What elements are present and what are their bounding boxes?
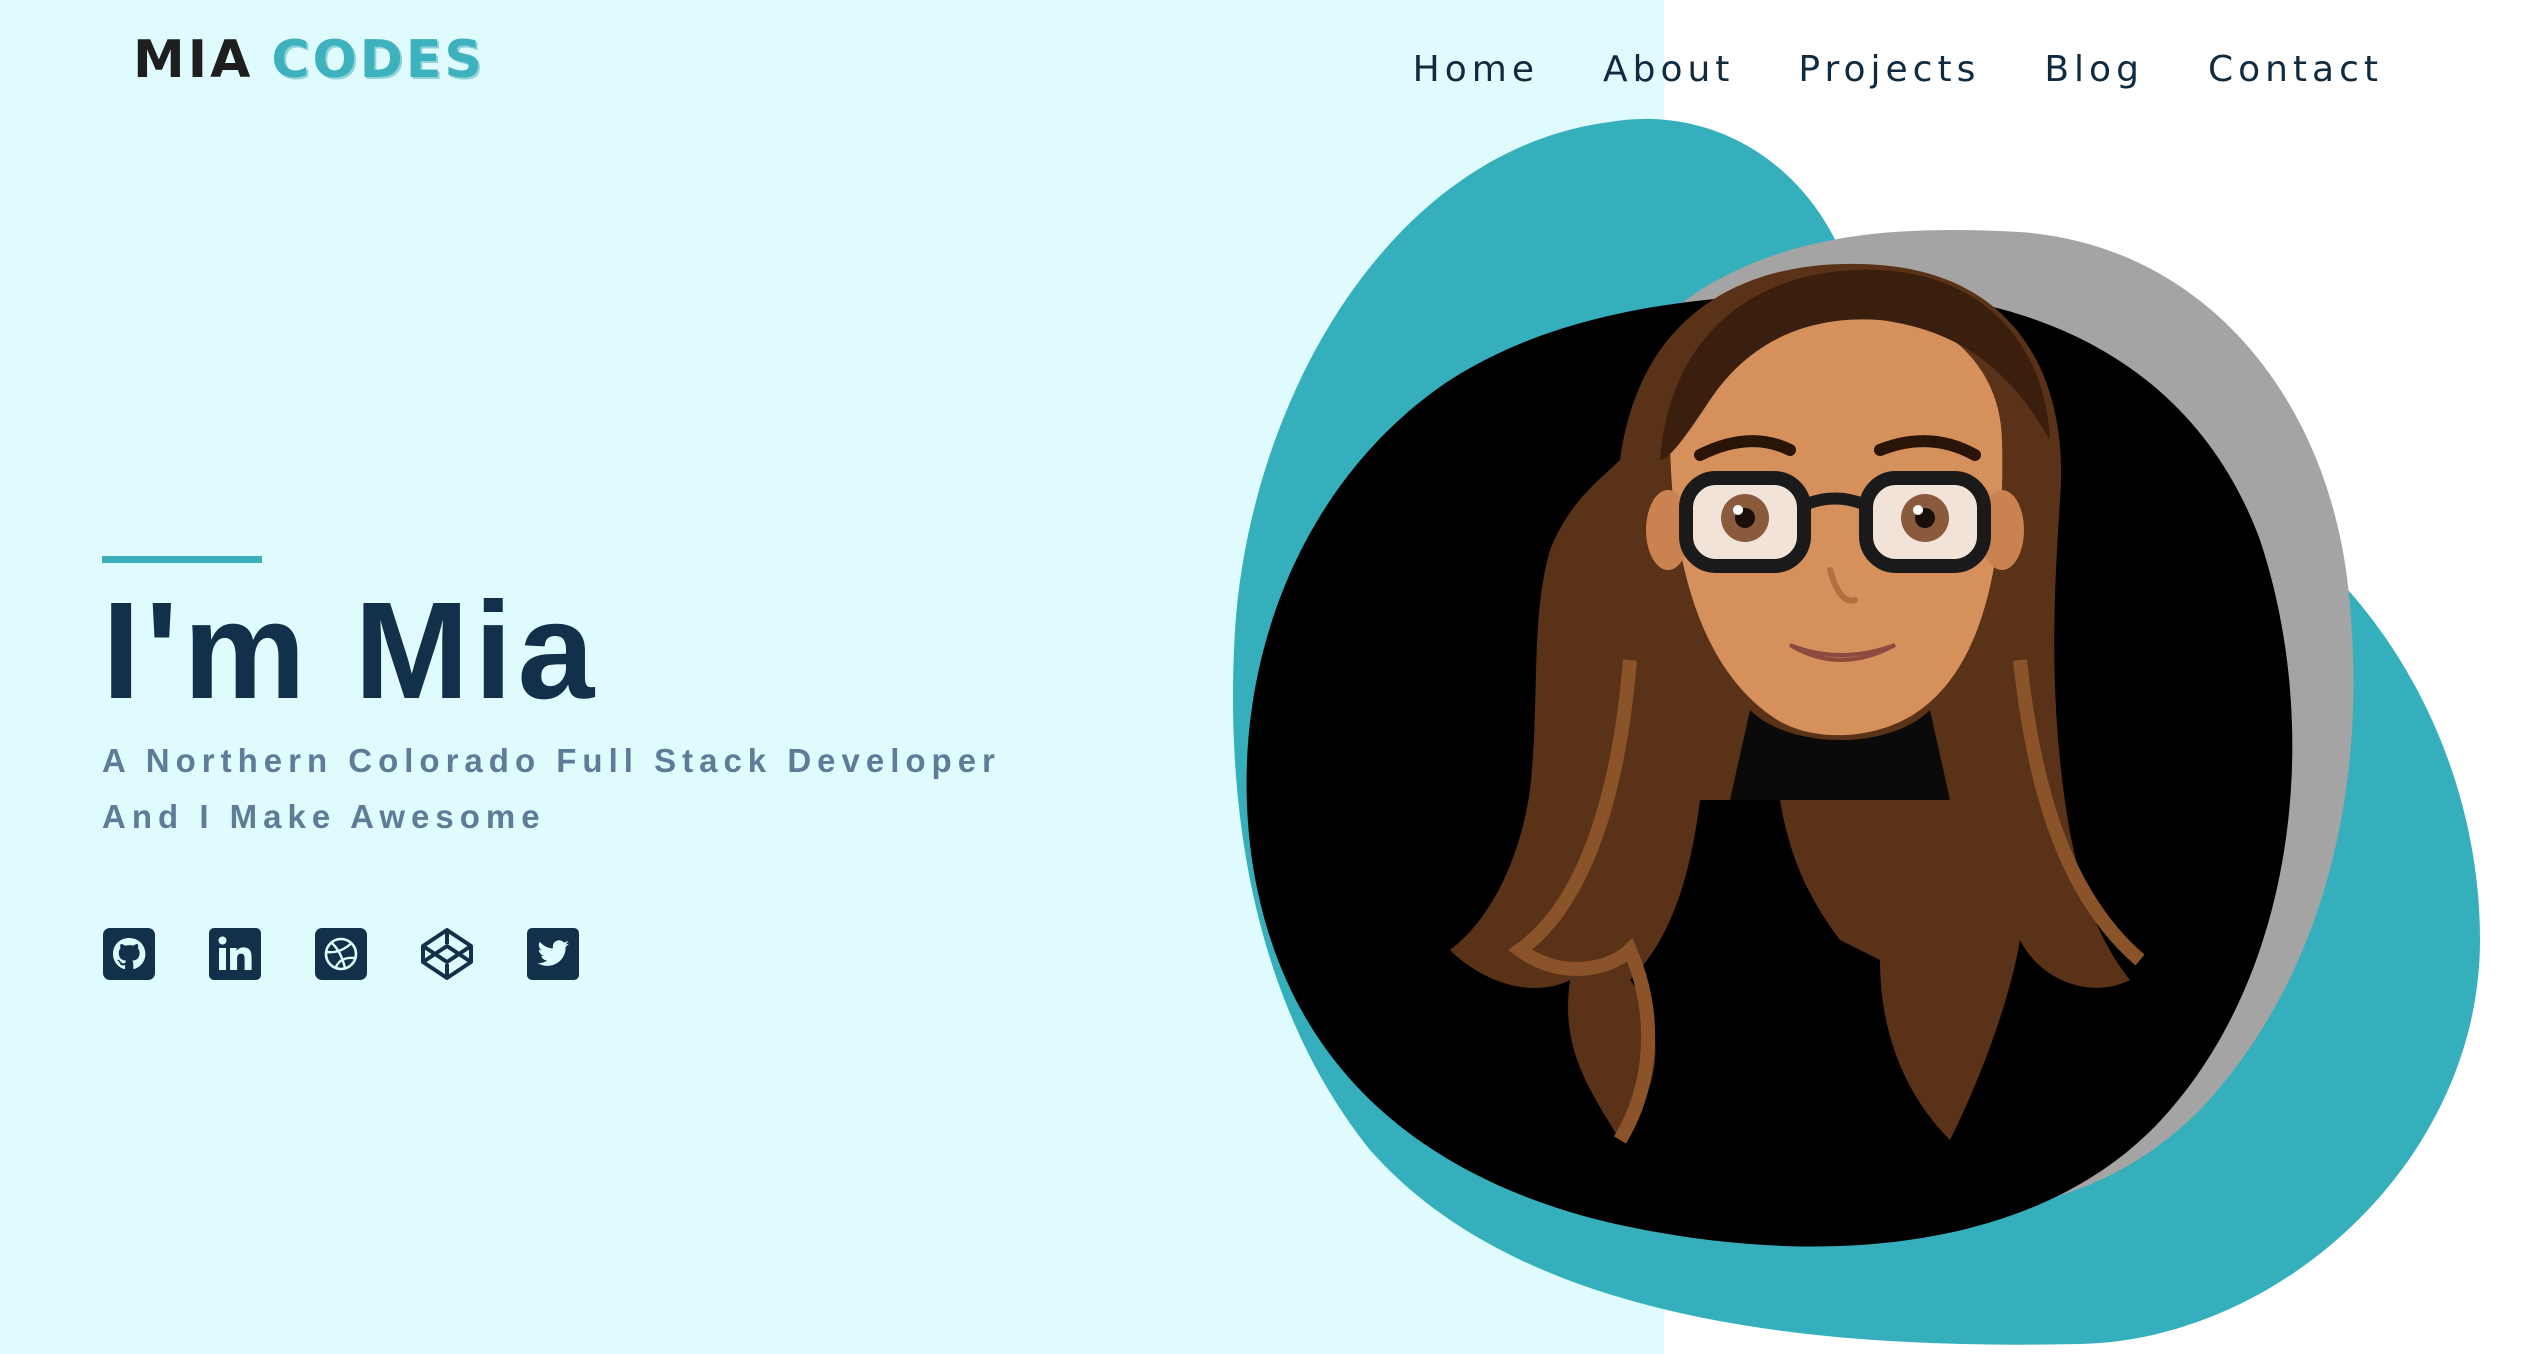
nav-link-projects[interactable]: Projects (1798, 44, 1980, 96)
logo-text-codes: CODES (271, 30, 485, 90)
nav-link-home[interactable]: Home (1413, 44, 1539, 96)
hero-subtitle-line-1: A Northern Colorado Full Stack Developer (102, 742, 1001, 779)
github-icon[interactable] (102, 927, 156, 981)
title-accent-bar (102, 556, 262, 563)
hero-intro: I'm Mia A Northern Colorado Full Stack D… (102, 556, 1001, 981)
avatar-illustration (1190, 100, 2490, 1354)
linkedin-icon[interactable] (208, 927, 262, 981)
twitter-icon[interactable] (526, 927, 580, 981)
codepen-icon[interactable] (420, 927, 474, 981)
social-links (102, 927, 1001, 981)
nav-link-about[interactable]: About (1603, 44, 1734, 96)
dribbble-icon[interactable] (314, 927, 368, 981)
hero-title: I'm Mia (102, 574, 600, 728)
main-nav: Home About Projects Blog Contact (1349, 44, 2383, 96)
site-logo[interactable]: MIA CODES (133, 25, 485, 95)
nav-link-contact[interactable]: Contact (2208, 44, 2383, 96)
hero-subtitle-line-2: And I Make Awesome (102, 798, 546, 835)
logo-text-mia: MIA (133, 30, 254, 90)
nav-link-blog[interactable]: Blog (2044, 44, 2144, 96)
